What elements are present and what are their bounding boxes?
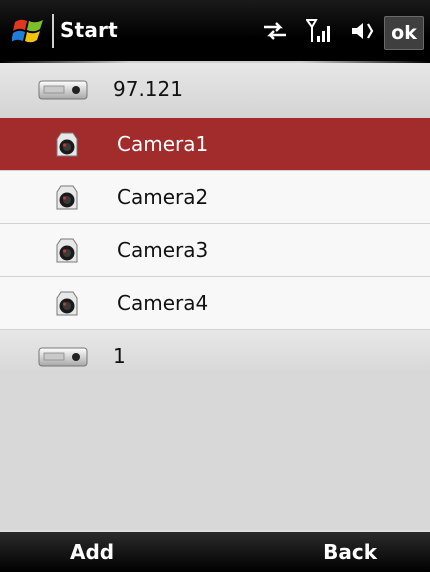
camera-icon	[52, 236, 82, 270]
camera-icon	[52, 289, 82, 323]
dvr-device-icon	[38, 346, 88, 372]
camera-label: Camera2	[117, 185, 209, 209]
status-bar: Start ok	[0, 0, 430, 63]
camera-row-3[interactable]: Camera3	[0, 224, 430, 277]
camera-row-4[interactable]: Camera4	[0, 277, 430, 330]
windows-start-icon[interactable]	[12, 14, 46, 48]
connectivity-icon[interactable]	[262, 20, 288, 42]
back-button[interactable]: Back	[323, 540, 377, 564]
device-label: 97.121	[113, 77, 183, 101]
device-row-97-121[interactable]: 97.121	[0, 63, 430, 118]
volume-icon[interactable]	[350, 19, 376, 43]
page-title[interactable]: Start	[60, 18, 118, 42]
ok-button[interactable]: ok	[384, 16, 424, 50]
list-empty-area	[0, 373, 430, 530]
camera-label: Camera3	[117, 238, 209, 262]
camera-label: Camera1	[117, 132, 209, 156]
title-divider	[52, 14, 54, 48]
camera-label: Camera4	[117, 291, 209, 315]
signal-icon[interactable]	[306, 18, 332, 44]
camera-icon	[52, 130, 82, 164]
device-list: 97.121 Camera1 Camera2 Camera3 Camera4 1	[0, 63, 430, 385]
camera-row-1[interactable]: Camera1	[0, 118, 430, 171]
softkey-bar: Add Back	[0, 530, 430, 572]
camera-icon	[52, 183, 82, 217]
dvr-device-icon	[38, 79, 88, 105]
device-label: 1	[113, 344, 126, 368]
camera-row-2[interactable]: Camera2	[0, 171, 430, 224]
add-button[interactable]: Add	[70, 540, 114, 564]
